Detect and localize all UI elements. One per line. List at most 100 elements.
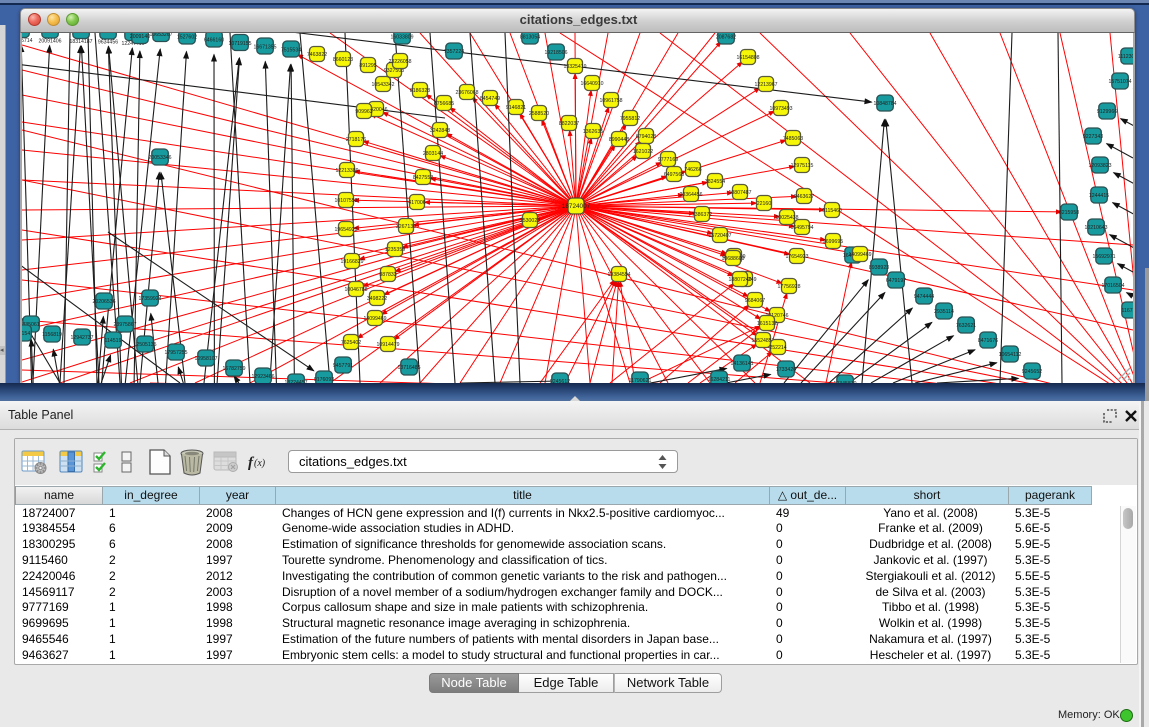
svg-text:10654112: 10654112	[999, 352, 1022, 358]
svg-text:3242848: 3242848	[430, 128, 450, 134]
svg-text:8938923: 8938923	[869, 265, 889, 271]
svg-text:10807487: 10807487	[728, 190, 751, 196]
svg-text:13325419: 13325419	[563, 64, 586, 70]
svg-text:7463822: 7463822	[307, 52, 327, 58]
svg-text:10653267: 10653267	[149, 33, 172, 38]
svg-text:3824554: 3824554	[705, 179, 725, 185]
svg-text:9245652: 9245652	[1022, 369, 1042, 375]
svg-text:10848784: 10848784	[873, 101, 896, 107]
svg-text:23975867: 23975867	[113, 322, 136, 328]
svg-text:10107552: 10107552	[334, 198, 357, 204]
svg-text:10973493: 10973493	[769, 106, 792, 112]
svg-text:12923466: 12923466	[251, 374, 274, 380]
svg-text:1156819: 1156819	[42, 332, 62, 338]
svg-text:12093823: 12093823	[1088, 163, 1111, 169]
svg-text:2009140: 2009140	[130, 34, 150, 40]
svg-text:14055714: 14055714	[22, 38, 33, 44]
svg-text:10958107: 10958107	[194, 356, 217, 362]
svg-text:10961758: 10961758	[599, 98, 622, 104]
svg-text:17756928: 17756928	[777, 284, 800, 290]
svg-text:14136141: 14136141	[730, 361, 753, 367]
svg-text:1362635: 1362635	[583, 129, 603, 135]
svg-text:6466160: 6466160	[204, 38, 224, 44]
svg-text:3498222: 3498222	[367, 296, 387, 302]
svg-text:6497568: 6497568	[664, 172, 684, 178]
svg-text:7357224: 7357224	[444, 49, 464, 55]
svg-text:17957255: 17957255	[164, 350, 187, 356]
svg-text:16495794: 16495794	[790, 225, 813, 231]
svg-text:17359924: 17359924	[138, 296, 161, 302]
svg-text:20206536: 20206536	[92, 299, 115, 305]
svg-text:7625402: 7625402	[341, 340, 361, 346]
svg-text:7515534: 7515534	[281, 48, 301, 54]
svg-text:14099469: 14099469	[363, 316, 386, 322]
svg-text:10914479: 10914479	[376, 342, 399, 348]
svg-text:8813054: 8813054	[520, 35, 540, 41]
svg-text:19384554: 19384554	[607, 272, 630, 278]
svg-text:9777169: 9777169	[658, 157, 678, 163]
svg-text:3267130: 3267130	[396, 224, 416, 230]
svg-text:16671355: 16671355	[253, 45, 276, 51]
svg-text:8822037: 8822037	[559, 121, 579, 127]
svg-text:2803144: 2803144	[423, 151, 443, 157]
svg-text:10719155: 10719155	[228, 41, 251, 47]
svg-text:7386372: 7386372	[692, 212, 712, 218]
svg-text:22160: 22160	[757, 201, 772, 207]
svg-text:9146821: 9146821	[506, 105, 526, 111]
svg-text:16284211: 16284211	[708, 377, 731, 383]
svg-text:746266: 746266	[684, 167, 701, 173]
svg-text:9129966: 9129966	[1097, 109, 1117, 115]
svg-text:14099469: 14099469	[848, 252, 871, 258]
svg-text:252214: 252214	[769, 345, 786, 351]
svg-text:8756685: 8756685	[434, 101, 454, 107]
svg-text:12505135: 12505135	[133, 342, 156, 348]
svg-text:20053346: 20053346	[148, 155, 171, 161]
svg-text:8427552: 8427552	[413, 175, 433, 181]
svg-text:15751074: 15751074	[1108, 79, 1131, 85]
svg-text:2530023: 2530023	[520, 218, 540, 224]
svg-text:15692971: 15692971	[1092, 254, 1115, 260]
svg-text:9176093: 9176093	[314, 377, 334, 383]
svg-text:19654923: 19654923	[334, 227, 357, 233]
svg-text:9699695: 9699695	[823, 239, 843, 245]
svg-text:16033809: 16033809	[390, 35, 413, 41]
svg-text:19218506: 19218506	[544, 50, 567, 56]
svg-text:891295: 891295	[359, 63, 376, 69]
svg-text:909963: 909963	[355, 109, 372, 115]
svg-text:2718176: 2718176	[346, 137, 366, 143]
svg-text:7632621: 7632621	[956, 323, 976, 329]
svg-text:20364456: 20364456	[679, 192, 702, 198]
svg-text:9457791: 9457791	[333, 363, 353, 369]
svg-text:10543342: 10543342	[371, 82, 394, 88]
svg-text:7955812: 7955812	[620, 116, 640, 122]
svg-text:2935114: 2935114	[934, 309, 954, 315]
svg-text:1235359: 1235359	[385, 247, 405, 253]
svg-text:18314187: 18314187	[69, 39, 92, 45]
svg-text:9634456: 9634456	[98, 40, 118, 46]
svg-text:12975115: 12975115	[791, 163, 814, 169]
svg-text:9115460: 9115460	[822, 208, 842, 214]
svg-text:15720407: 15720407	[708, 233, 731, 239]
svg-text:16782759: 16782759	[222, 366, 245, 372]
svg-text:9227343: 9227343	[1083, 134, 1103, 140]
svg-text:23226058: 23226058	[388, 59, 411, 65]
svg-text:(x): (x)	[254, 458, 266, 469]
svg-text:2588520: 2588520	[529, 111, 549, 117]
svg-text:6479197: 6479197	[886, 278, 906, 284]
svg-text:12213967: 12213967	[754, 82, 777, 88]
svg-text:1733426: 1733426	[776, 367, 796, 373]
svg-text:19166829: 19166829	[340, 259, 363, 265]
svg-text:12942737: 12942737	[70, 335, 93, 341]
svg-text:10688609: 10688609	[721, 256, 744, 262]
svg-text:12213389: 12213389	[335, 168, 358, 174]
svg-text:8660123: 8660123	[333, 57, 353, 63]
svg-text:9474444: 9474444	[914, 294, 934, 300]
svg-text:16640910: 16640910	[580, 81, 603, 87]
svg-text:1527602: 1527602	[177, 35, 197, 41]
svg-text:116753: 116753	[1122, 308, 1133, 314]
svg-text:8471676: 8471676	[978, 338, 998, 344]
svg-text:1615132: 1615132	[757, 321, 777, 327]
svg-text:17016504: 17016504	[1101, 283, 1124, 289]
svg-text:1244415: 1244415	[1089, 193, 1109, 199]
svg-text:3215958: 3215958	[1059, 210, 1079, 216]
